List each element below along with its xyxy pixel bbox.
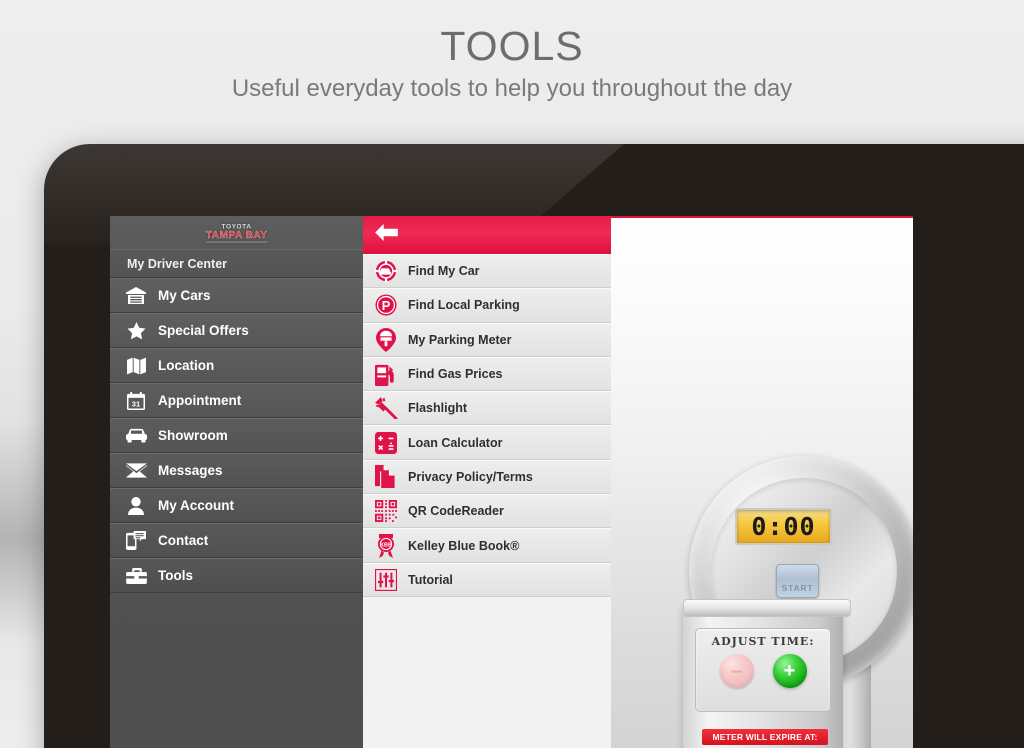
- tool-label: Find Local Parking: [408, 298, 520, 313]
- car-locator-icon: [373, 258, 399, 284]
- sidebar-item-special-offers[interactable]: Special Offers: [110, 313, 363, 348]
- gas-pump-icon: [373, 361, 399, 387]
- svg-text:KBB: KBB: [380, 542, 392, 548]
- sidebar-item-contact[interactable]: Contact: [110, 523, 363, 558]
- tool-label: Kelley Blue Book®: [408, 538, 520, 553]
- meter-time-display: 0:00: [735, 508, 832, 545]
- garage-icon: [122, 285, 150, 307]
- tool-row-find-local-parking[interactable]: P Find Local Parking: [363, 288, 611, 323]
- increase-time-button[interactable]: +: [772, 654, 807, 688]
- meter-body-cap: [683, 599, 851, 617]
- sidebar-item-label: Messages: [158, 463, 223, 478]
- tool-row-tutorial[interactable]: Tutorial: [363, 562, 611, 597]
- calculator-icon: [373, 430, 399, 456]
- person-icon: [122, 495, 150, 517]
- documents-icon: [373, 464, 399, 490]
- page-subtitle: Useful everyday tools to help you throug…: [231, 75, 793, 102]
- sidebar-section-header: My Driver Center: [110, 249, 363, 278]
- star-icon: [122, 320, 150, 342]
- tablet-device-frame: TOYOTA TAMPA BAY My Driver Center My Car…: [44, 144, 1024, 748]
- adjust-time-panel: ADJUST TIME: – +: [695, 628, 831, 712]
- sidebar-item-tools[interactable]: Tools: [110, 558, 363, 593]
- app-navbar: [363, 216, 611, 254]
- decrease-time-button[interactable]: –: [719, 654, 754, 688]
- sidebar-item-label: My Account: [158, 498, 235, 513]
- qr-code-icon: [373, 498, 399, 524]
- page-title: TOOLS: [440, 23, 584, 69]
- sidebar-item-label: Tools: [158, 568, 193, 583]
- sidebar-item-appointment[interactable]: 31 Appointment: [110, 383, 363, 418]
- tool-row-qr-code-reader[interactable]: QR CodeReader: [363, 494, 611, 529]
- detail-top-accent-rule: [611, 216, 913, 218]
- tool-label: Loan Calculator: [408, 435, 503, 450]
- app-sidebar: TOYOTA TAMPA BAY My Driver Center My Car…: [110, 216, 363, 748]
- tool-label: Find Gas Prices: [408, 367, 503, 382]
- start-button-label: START: [781, 583, 814, 593]
- tool-label: Privacy Policy/Terms: [408, 469, 533, 484]
- flashlight-icon: [373, 395, 399, 421]
- calendar-icon: 31: [122, 390, 150, 412]
- map-icon: [122, 355, 150, 377]
- parking-p-icon: P: [373, 292, 399, 318]
- sidebar-item-my-cars[interactable]: My Cars: [110, 278, 363, 313]
- sidebar-item-messages[interactable]: Messages: [110, 453, 363, 488]
- tablet-screen: TOYOTA TAMPA BAY My Driver Center My Car…: [110, 216, 913, 748]
- kbb-badge-icon: KBB: [373, 533, 399, 559]
- back-arrow-icon[interactable]: [375, 224, 398, 246]
- tool-row-loan-calculator[interactable]: Loan Calculator: [363, 425, 611, 460]
- sidebar-item-label: My Cars: [158, 288, 211, 303]
- envelope-icon: [122, 460, 150, 482]
- plus-icon: +: [783, 659, 796, 682]
- sidebar-item-my-account[interactable]: My Account: [110, 488, 363, 523]
- sidebar-item-label: Location: [158, 358, 215, 373]
- sidebar-item-location[interactable]: Location: [110, 348, 363, 383]
- tools-list-column: Find My Car P Find Local Parking My Park…: [363, 216, 611, 748]
- tool-row-privacy-policy-terms[interactable]: Privacy Policy/Terms: [363, 459, 611, 495]
- tool-label: Tutorial: [408, 572, 453, 587]
- svg-text:31: 31: [132, 399, 140, 408]
- tool-detail-panel: 0:00 START ADJUST TIME: – + METER WILL E…: [611, 216, 913, 748]
- tool-row-find-gas-prices[interactable]: Find Gas Prices: [363, 356, 611, 392]
- sidebar-item-label: Appointment: [158, 393, 242, 408]
- logo-underline: [205, 241, 268, 242]
- car-icon: [122, 425, 150, 447]
- logo-location-text: TAMPA BAY: [205, 228, 268, 241]
- adjust-time-label: ADJUST TIME:: [711, 635, 815, 648]
- tool-row-kelley-blue-book[interactable]: KBB Kelley Blue Book®: [363, 528, 611, 563]
- page-header: TOOLS Useful everyday tools to help you …: [0, 0, 1024, 106]
- parking-meter-graphic: 0:00 START ADJUST TIME: – + METER WILL E…: [683, 456, 913, 748]
- expire-banner-label: METER WILL EXPIRE AT:: [712, 732, 818, 742]
- parking-meter-pin-icon: [373, 327, 399, 353]
- sidebar-item-label: Contact: [158, 533, 209, 548]
- tool-row-my-parking-meter[interactable]: My Parking Meter: [363, 322, 611, 357]
- svg-text:P: P: [382, 299, 391, 314]
- sidebar-item-showroom[interactable]: Showroom: [110, 418, 363, 453]
- tool-label: My Parking Meter: [408, 332, 512, 347]
- phone-chat-icon: [122, 530, 150, 552]
- tool-label: Find My Car: [408, 264, 480, 279]
- sliders-icon: [373, 567, 399, 593]
- expire-banner: METER WILL EXPIRE AT:: [702, 729, 828, 745]
- tool-row-flashlight[interactable]: Flashlight: [363, 391, 611, 426]
- dealer-logo[interactable]: TOYOTA TAMPA BAY: [110, 216, 363, 249]
- tool-label: Flashlight: [408, 401, 468, 416]
- meter-time-value: 0:00: [751, 512, 816, 541]
- toolbox-icon: [122, 565, 150, 587]
- tool-row-find-my-car[interactable]: Find My Car: [363, 254, 611, 289]
- tool-label: QR CodeReader: [408, 504, 504, 519]
- meter-start-button[interactable]: START: [776, 564, 819, 598]
- sidebar-item-label: Special Offers: [158, 323, 249, 338]
- sidebar-item-label: Showroom: [158, 428, 228, 443]
- minus-icon: –: [730, 659, 743, 682]
